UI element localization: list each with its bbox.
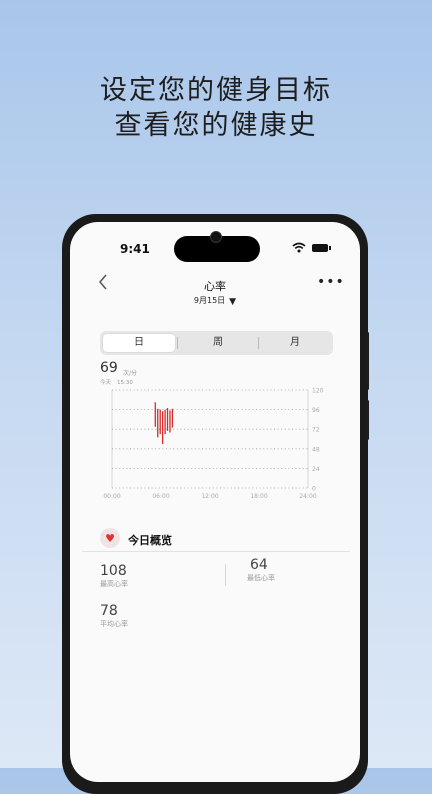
date-selector[interactable]: 9月15日 ▼ xyxy=(70,295,360,307)
tab-divider xyxy=(258,337,259,349)
avg-heart-rate-value: 78 xyxy=(100,603,118,619)
y-tick-label: 48 xyxy=(312,446,320,453)
x-tick-label: 12:00 xyxy=(201,493,218,500)
y-tick-label: 72 xyxy=(312,427,320,434)
heart-rate-unit: 次/分 xyxy=(123,370,138,377)
avg-heart-rate-label: 平均心率 xyxy=(100,620,128,628)
tab-divider xyxy=(177,337,178,349)
y-tick-label: 0 xyxy=(312,486,316,493)
stat-divider xyxy=(225,564,226,586)
x-tick-label: 06:00 xyxy=(152,493,169,500)
x-tick-label: 24:00 xyxy=(299,493,316,500)
section-divider xyxy=(82,551,350,552)
date-label: 9月15日 xyxy=(193,296,226,305)
phone-side-button xyxy=(366,332,369,390)
y-tick-label: 24 xyxy=(312,466,320,473)
tab-month[interactable]: 月 xyxy=(260,334,330,352)
max-heart-rate-label: 最高心率 xyxy=(100,580,128,588)
status-time: 9:41 xyxy=(120,242,150,256)
phone-screen: 9:41 心率 9月15日 ▼ ••• 日 周 月 69 次/分 今天 15:30 … xyxy=(70,222,360,782)
current-heart-rate: 69 xyxy=(100,360,118,376)
wifi-icon xyxy=(292,242,306,253)
heart-rate-chart: 120 96 72 48 24 0 00:00 06:00 12:00 18:00 24:00 xyxy=(103,388,324,501)
min-heart-rate-value: 64 xyxy=(250,557,268,573)
more-icon[interactable]: ••• xyxy=(317,274,345,290)
caret-down-icon: ▼ xyxy=(229,297,237,307)
promo-headline-1: 设定您的健身目标 xyxy=(100,75,332,106)
tab-day[interactable]: 日 xyxy=(103,334,175,352)
summary-title: 今日概览 xyxy=(128,534,172,547)
battery-icon xyxy=(312,244,331,252)
camera-icon xyxy=(210,231,222,243)
promo-headline-2: 查看您的健康史 xyxy=(114,110,318,141)
tab-week[interactable]: 周 xyxy=(180,334,256,352)
min-heart-rate-label: 最低心率 xyxy=(247,574,275,582)
max-heart-rate-value: 108 xyxy=(100,563,127,579)
phone-side-button xyxy=(366,400,369,440)
period-tabs: 日 周 月 xyxy=(100,331,333,355)
y-tick-label: 96 xyxy=(312,407,320,414)
heart-icon: ♥ xyxy=(100,528,120,548)
x-tick-label: 18:00 xyxy=(250,493,267,500)
y-tick-label: 120 xyxy=(312,388,324,395)
x-tick-label: 00:00 xyxy=(103,493,120,500)
